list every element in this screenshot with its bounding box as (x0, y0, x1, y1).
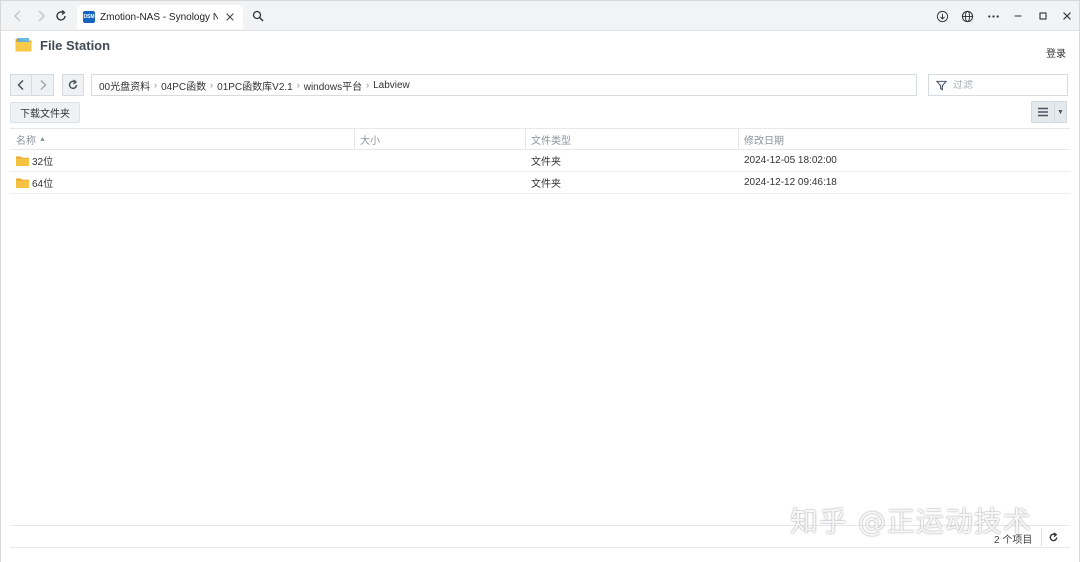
column-header-type[interactable]: 文件类型 (531, 129, 571, 149)
dsm-favicon-icon: DSM (83, 11, 95, 23)
browser-forward-button[interactable] (32, 7, 50, 25)
browser-language-button[interactable] (959, 8, 975, 24)
window-border-left (0, 0, 1, 562)
globe-icon (961, 10, 973, 22)
column-header-name[interactable]: 名称 ▲ (16, 129, 46, 149)
list-view-icon (1038, 107, 1048, 117)
breadcrumb-item[interactable]: windows平台 (304, 78, 362, 93)
breadcrumb-separator-icon: › (296, 80, 300, 90)
breadcrumb-item[interactable]: 00光盘资料 (99, 78, 150, 93)
column-divider[interactable] (354, 129, 355, 149)
breadcrumb-separator-icon: › (154, 80, 158, 90)
path-breadcrumb[interactable]: 00光盘资料 › 04PC函数 › 01PC函数库V2.1 › windows平… (91, 74, 917, 96)
file-station-folder-icon (15, 38, 32, 52)
caret-down-icon: ▼ (1057, 108, 1064, 116)
filter-icon (936, 80, 947, 91)
close-icon (226, 13, 234, 21)
view-mode-button[interactable] (1031, 101, 1055, 123)
column-divider[interactable] (525, 129, 526, 149)
file-name-cell: 64位 (16, 172, 53, 193)
refresh-icon (1049, 531, 1057, 541)
view-mode-dropdown[interactable]: ▼ (1055, 101, 1067, 123)
maximize-icon (1039, 12, 1047, 20)
breadcrumb-item[interactable]: Labview (373, 80, 410, 91)
filter-field[interactable] (928, 74, 1068, 96)
file-modified: 2024-12-12 09:46:18 (744, 177, 837, 188)
window-maximize-button[interactable] (1035, 8, 1051, 24)
browser-menu-button[interactable] (985, 8, 1001, 24)
browser-tab-bar: DSM Zmotion-NAS - Synology N (0, 0, 1080, 31)
chevron-left-icon (17, 79, 24, 91)
browser-search-tab-button[interactable] (249, 7, 267, 25)
search-icon (252, 10, 264, 22)
browser-reload-button[interactable] (52, 7, 70, 25)
table-row[interactable]: 64位 文件夹 2024-12-12 09:46:18 (10, 172, 1070, 194)
file-name-cell: 32位 (16, 150, 53, 171)
login-link[interactable]: 登录 (1046, 45, 1066, 60)
filter-input[interactable] (953, 79, 1063, 91)
chevron-right-icon (38, 10, 45, 22)
footer-bottom-border (10, 547, 1070, 548)
tab-close-button[interactable] (224, 11, 236, 23)
browser-back-button[interactable] (9, 7, 27, 25)
file-name: 32位 (32, 157, 54, 168)
close-icon (1063, 12, 1071, 20)
file-name: 64位 (32, 179, 54, 190)
breadcrumb-separator-icon: › (210, 80, 214, 90)
table-row[interactable]: 32位 文件夹 2024-12-05 18:02:00 (10, 150, 1070, 172)
reload-icon (56, 9, 66, 21)
chevron-left-icon (14, 10, 21, 22)
file-type: 文件夹 (531, 179, 561, 190)
footer-separator (1041, 528, 1042, 546)
refresh-button[interactable] (62, 74, 84, 96)
column-divider[interactable] (738, 129, 739, 149)
refresh-icon (68, 79, 78, 90)
browser-tab[interactable]: DSM Zmotion-NAS - Synology N (77, 5, 243, 29)
window-close-button[interactable] (1059, 8, 1075, 24)
file-table: 名称 ▲ 大小 文件类型 修改日期 32位 文件夹 2024-12-05 18:… (10, 128, 1070, 194)
download-icon (936, 10, 948, 22)
more-dots-icon (987, 14, 999, 18)
column-header-size[interactable]: 大小 (360, 129, 380, 149)
forward-button[interactable] (32, 74, 54, 96)
tab-title: Zmotion-NAS - Synology N (100, 11, 218, 23)
item-count: 2 个项目 (994, 535, 1033, 546)
back-button[interactable] (10, 74, 32, 96)
folder-icon (16, 178, 29, 188)
file-modified: 2024-12-05 18:02:00 (744, 155, 837, 166)
app-title: File Station (40, 38, 111, 53)
column-header-modified[interactable]: 修改日期 (744, 129, 784, 149)
breadcrumb-item[interactable]: 04PC函数 (161, 78, 206, 93)
minimize-icon (1014, 15, 1022, 17)
download-folder-button[interactable]: 下载文件夹 (10, 102, 80, 123)
sort-ascending-icon: ▲ (39, 135, 46, 143)
footer-refresh-button[interactable] (1046, 530, 1060, 544)
file-type: 文件夹 (531, 157, 561, 168)
folder-icon (16, 156, 29, 166)
chevron-right-icon (39, 79, 47, 91)
window-minimize-button[interactable] (1010, 8, 1026, 24)
column-header-name-label: 名称 (16, 135, 36, 147)
breadcrumb-separator-icon: › (366, 80, 370, 90)
table-header: 名称 ▲ 大小 文件类型 修改日期 (10, 128, 1070, 150)
browser-download-button[interactable] (934, 8, 950, 24)
breadcrumb-item[interactable]: 01PC函数库V2.1 (217, 78, 293, 93)
